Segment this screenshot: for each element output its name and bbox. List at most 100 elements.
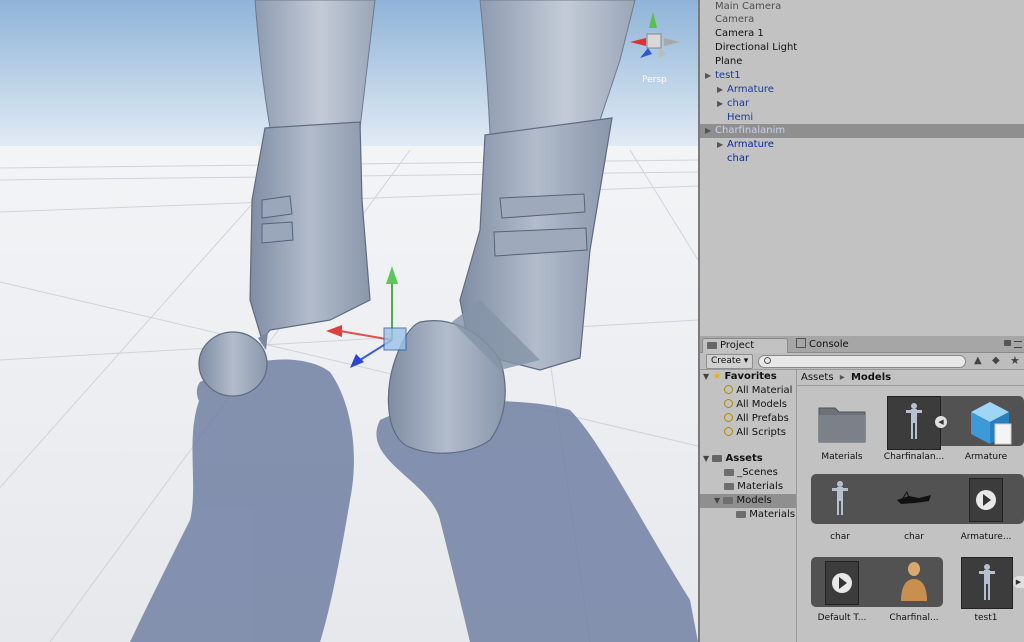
assets-header[interactable]: ▼ Assets <box>703 452 763 466</box>
search-input[interactable] <box>758 355 966 368</box>
breadcrumb-root[interactable]: Assets <box>801 372 834 383</box>
hierarchy-item-label: Armature <box>727 139 774 150</box>
tab-console[interactable]: Console <box>792 338 870 352</box>
project-asset-browser: Assets ▸ Models Materials Charfinalan...… <box>797 370 1024 642</box>
model-icon <box>979 564 995 600</box>
cube-icon <box>971 402 1012 445</box>
star-icon: ★ <box>712 371 722 382</box>
expand-arrow-icon[interactable]: ▶ <box>1013 576 1024 588</box>
favorite-item[interactable]: All Scripts <box>724 426 786 440</box>
asset-charfinal-avatar[interactable] <box>889 557 939 607</box>
hierarchy-panel: Main Camera Camera Camera 1 Directional Lig… <box>700 0 1024 336</box>
play-icon <box>832 573 852 593</box>
expand-triangle-icon[interactable]: ▶ <box>705 69 711 82</box>
favorites-header[interactable]: ▼ ★ Favorites <box>703 370 777 384</box>
asset-label: Charfinal... <box>889 613 939 623</box>
expand-triangle-icon[interactable]: ▼ <box>703 372 709 381</box>
hierarchy-item-label: char <box>727 98 750 109</box>
asset-label: Materials <box>821 452 863 462</box>
favorite-item[interactable]: All Prefabs <box>724 412 789 426</box>
asset-materials[interactable] <box>815 396 869 450</box>
play-icon <box>976 490 996 510</box>
search-icon <box>764 357 771 364</box>
hierarchy-item-label: Hemi <box>727 112 754 123</box>
hierarchy-item[interactable]: char <box>700 152 1024 166</box>
folder-item[interactable]: Materials <box>724 480 783 494</box>
hierarchy-item[interactable]: ▶ Armature <box>700 138 1024 152</box>
model-icon <box>832 481 848 515</box>
asset-armature[interactable] <box>963 396 1017 450</box>
model-icon <box>906 403 922 439</box>
favorite-item[interactable]: All Material <box>724 384 792 398</box>
hierarchy-item-label: Charfinalanim <box>715 125 786 136</box>
hierarchy-item[interactable]: Camera 1 <box>700 27 1024 41</box>
tab-project[interactable]: Project <box>702 338 788 353</box>
expand-triangle-icon[interactable]: ▼ <box>714 496 720 505</box>
asset-area-divider <box>797 385 1024 386</box>
favorite-label: All Prefabs <box>736 413 789 424</box>
folder-icon <box>723 497 734 504</box>
favorite-label: All Models <box>736 399 787 410</box>
scene-view[interactable]: Persp <box>0 0 698 642</box>
create-button[interactable]: Create ▾ <box>706 354 754 369</box>
folder-item[interactable]: _Scenes <box>724 466 778 480</box>
hierarchy-item[interactable]: Directional Light <box>700 41 1024 55</box>
project-tab-bar: Project Console <box>700 336 1024 353</box>
hierarchy-item[interactable]: Camera <box>700 13 1024 27</box>
asset-charfinalanim[interactable] <box>887 396 941 450</box>
asset-default-take[interactable] <box>825 561 859 605</box>
expand-triangle-icon[interactable]: ▶ <box>717 83 723 96</box>
filter-type-icon[interactable]: ▲ <box>974 356 984 366</box>
favorites-title: Favorites <box>724 371 777 382</box>
mesh-icon <box>897 490 931 504</box>
folder-icon <box>724 469 734 476</box>
favorite-label: All Material <box>736 385 793 396</box>
project-panel: Project Console Create ▾ ▲ ◆ ★ ▼ ★ Favor… <box>700 336 1024 642</box>
menu-icon[interactable] <box>1014 341 1022 348</box>
folder-icon <box>818 407 866 443</box>
filter-label-icon[interactable]: ◆ <box>992 356 1002 366</box>
asset-char-mesh[interactable] <box>889 474 939 524</box>
persp-label[interactable]: Persp <box>642 75 667 85</box>
lock-icon[interactable] <box>1004 340 1011 346</box>
asset-char-model[interactable] <box>815 474 865 524</box>
hierarchy-item[interactable]: ▶ char <box>700 97 1024 111</box>
project-folder-tree: ▼ ★ Favorites All Material All Models Al… <box>700 370 797 642</box>
folder-item[interactable]: ▼ Models <box>700 494 796 508</box>
hierarchy-item-label: Directional Light <box>715 42 798 53</box>
assets-title: Assets <box>725 453 763 464</box>
expand-triangle-icon[interactable]: ▶ <box>705 124 711 137</box>
search-icon <box>724 413 733 422</box>
breadcrumb-current[interactable]: Models <box>851 372 891 383</box>
breadcrumb: Assets ▸ Models <box>801 371 891 385</box>
search-icon <box>724 399 733 408</box>
favorite-label: All Scripts <box>736 427 786 438</box>
hierarchy-item[interactable]: ▶ test1 <box>700 69 1024 83</box>
hierarchy-item[interactable]: Main Camera <box>700 0 1024 14</box>
hierarchy-item[interactable]: Hemi <box>700 111 1024 125</box>
hierarchy-item[interactable]: ▶ Armature <box>700 83 1024 97</box>
folder-icon <box>724 483 734 490</box>
favorite-star-icon[interactable]: ★ <box>1010 355 1020 366</box>
asset-label: char <box>830 532 850 542</box>
search-icon <box>724 385 733 394</box>
hierarchy-item[interactable]: ▶ Charfinalanim <box>700 124 1024 138</box>
expand-triangle-icon[interactable]: ▼ <box>703 454 709 463</box>
avatar-icon <box>901 562 927 601</box>
hierarchy-item-label: test1 <box>715 70 741 81</box>
scene-render <box>0 0 698 642</box>
expand-triangle-icon[interactable]: ▶ <box>717 138 723 151</box>
folder-label: Materials <box>749 509 796 520</box>
hierarchy-item[interactable]: Plane <box>700 55 1024 69</box>
favorite-item[interactable]: All Models <box>724 398 787 412</box>
collapse-arrow-icon[interactable]: ◀ <box>935 416 947 428</box>
asset-armature-anim[interactable] <box>969 478 1003 522</box>
asset-test1[interactable] <box>961 557 1013 609</box>
folder-item[interactable]: Materials <box>736 508 795 522</box>
hierarchy-item-label: Main Camera <box>715 1 782 12</box>
hierarchy-item-label: Armature <box>727 84 774 95</box>
hierarchy-item-label: char <box>727 153 750 164</box>
folder-icon <box>712 455 723 462</box>
expand-triangle-icon[interactable]: ▶ <box>717 97 723 110</box>
tab-project-label: Project <box>720 340 755 351</box>
